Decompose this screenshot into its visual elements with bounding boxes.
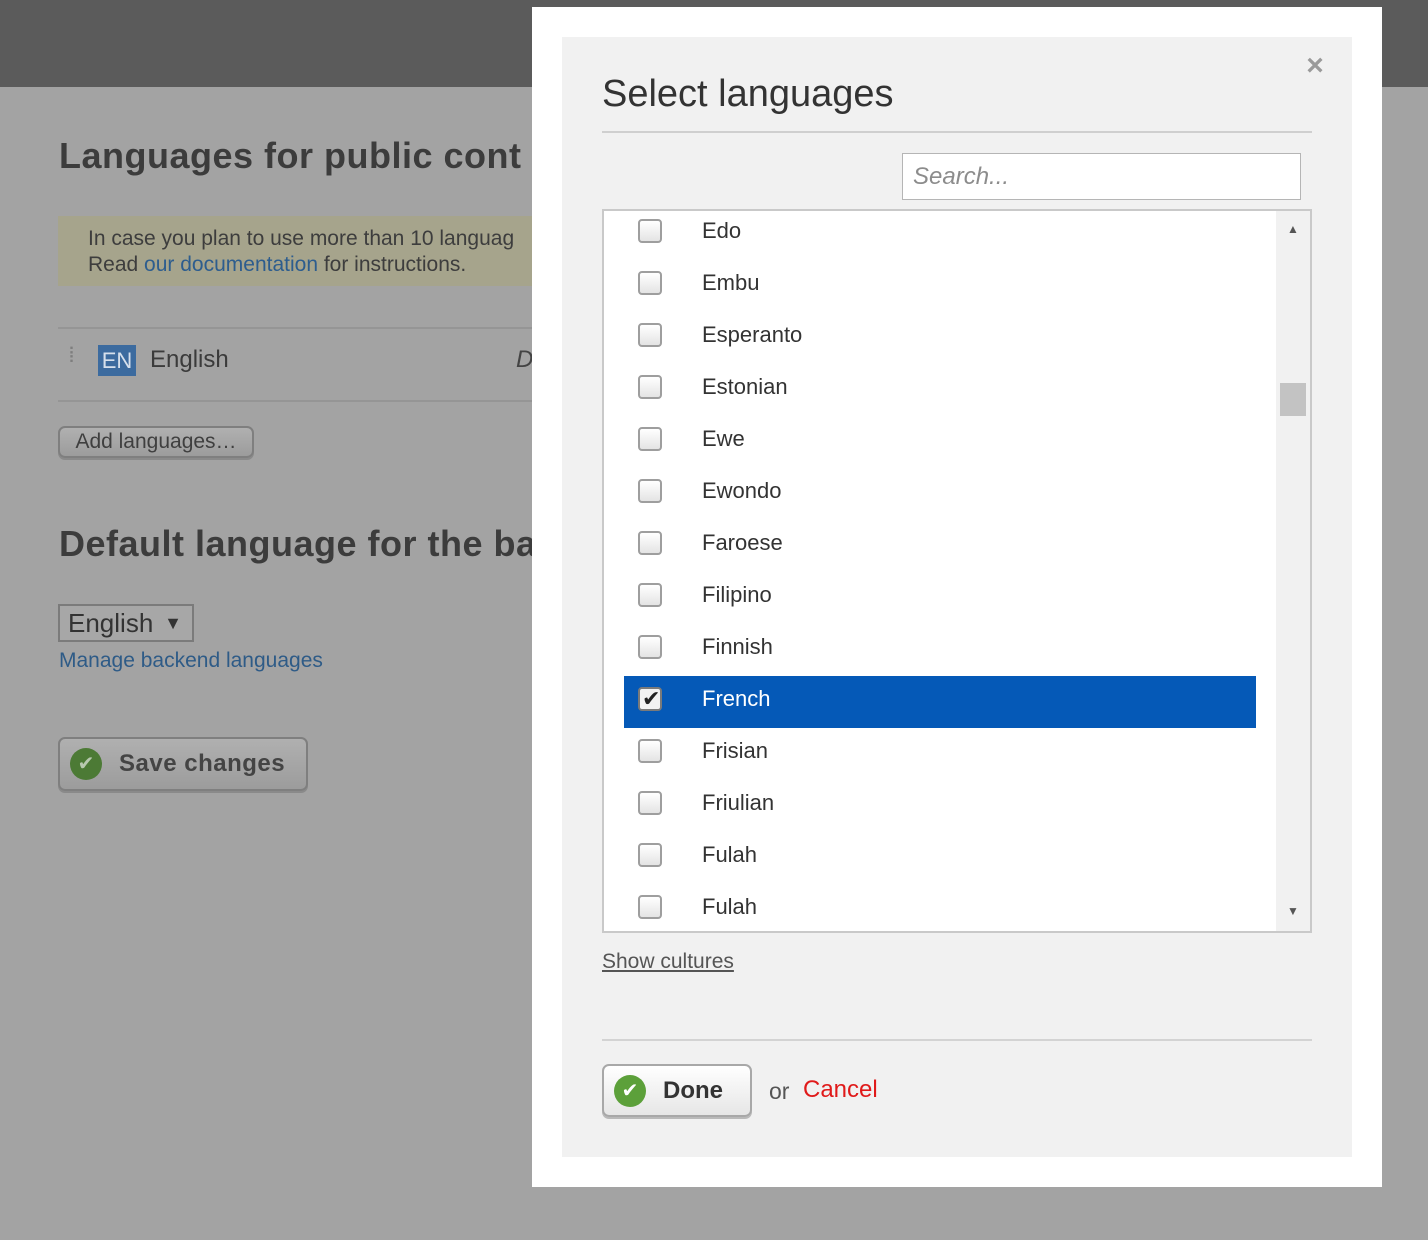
language-code-badge: EN: [98, 345, 136, 376]
language-option[interactable]: Fulah: [624, 839, 1256, 891]
language-option[interactable]: Embu: [624, 267, 1256, 319]
language-option[interactable]: Estonian: [624, 371, 1256, 423]
language-checkbox[interactable]: [638, 791, 662, 815]
scrollbar-thumb[interactable]: [1280, 383, 1306, 416]
scroll-down-icon[interactable]: ▼: [1285, 903, 1301, 919]
scroll-up-icon[interactable]: ▲: [1285, 221, 1301, 237]
language-checkbox[interactable]: [638, 271, 662, 295]
language-option-label: Fulah: [702, 894, 758, 919]
language-option-label: Fulah: [702, 842, 758, 867]
or-text: or: [769, 1078, 790, 1104]
language-option-label: Finnish: [702, 634, 773, 659]
done-label: Done: [663, 1077, 723, 1104]
language-option-label: Frisian: [702, 738, 769, 763]
title-divider: [602, 131, 1312, 133]
language-option-label: Esperanto: [702, 322, 803, 347]
language-row-trailing-text: D: [516, 346, 534, 373]
language-option[interactable]: Ewondo: [624, 475, 1256, 527]
language-checkbox[interactable]: [638, 739, 662, 763]
language-option-label: French: [702, 686, 771, 711]
checkmark-icon: ✔: [614, 1075, 646, 1107]
language-option-label: Faroese: [702, 530, 783, 555]
manage-backend-languages-link[interactable]: Manage backend languages: [59, 649, 323, 673]
language-checkbox[interactable]: [638, 219, 662, 243]
select-languages-dialog: Select languages × Edo Embu Esperanto Eston…: [562, 37, 1352, 1157]
checkmark-icon: ✔: [642, 686, 661, 711]
language-option-label: Ewe: [702, 426, 745, 451]
footer-divider: [602, 1039, 1312, 1041]
chevron-down-icon: ▼: [164, 613, 182, 633]
language-checkbox[interactable]: [638, 479, 662, 503]
done-button[interactable]: ✔ Done: [602, 1064, 752, 1117]
language-checkbox[interactable]: [638, 583, 662, 607]
backend-language-value: English: [68, 608, 154, 638]
language-option-label: Embu: [702, 270, 760, 295]
notice-prefix: Read: [88, 253, 145, 276]
language-checkbox[interactable]: [638, 843, 662, 867]
language-option[interactable]: Esperanto: [624, 319, 1256, 371]
language-option[interactable]: Friulian: [624, 787, 1256, 839]
language-option-label: Filipino: [702, 582, 772, 607]
modal-frame: Select languages × Edo Embu Esperanto Eston…: [532, 7, 1382, 1187]
language-checkbox[interactable]: [638, 895, 662, 919]
language-option[interactable]: Filipino: [624, 579, 1256, 631]
language-checkbox[interactable]: ✔: [638, 686, 662, 711]
drag-handle-icon[interactable]: ⡇: [68, 347, 82, 375]
backend-language-select[interactable]: English ▼: [58, 604, 194, 642]
save-changes-label: Save changes: [119, 750, 286, 777]
language-checkbox[interactable]: [638, 427, 662, 451]
language-option[interactable]: ✔ French: [624, 676, 1256, 728]
language-checkbox[interactable]: [638, 375, 662, 399]
cancel-link[interactable]: Cancel: [803, 1076, 878, 1104]
public-languages-heading: Languages for public cont: [59, 135, 522, 176]
language-option[interactable]: Frisian: [624, 735, 1256, 787]
language-list[interactable]: Edo Embu Esperanto Estonian Ewe Ewondo Faroese…: [602, 209, 1312, 933]
language-option[interactable]: Ewe: [624, 423, 1256, 475]
add-languages-button[interactable]: Add languages…: [58, 426, 254, 458]
close-icon[interactable]: ×: [1302, 51, 1328, 81]
language-option-label: Friulian: [702, 790, 775, 815]
checkmark-icon: ✔: [70, 748, 102, 780]
language-list-scrollbar[interactable]: ▲ ▼: [1276, 211, 1310, 931]
default-language-heading: Default language for the ba: [59, 523, 537, 564]
language-checkbox[interactable]: [638, 635, 662, 659]
language-option-label: Ewondo: [702, 478, 782, 503]
language-option[interactable]: Edo: [624, 215, 1256, 267]
notice-suffix: for instructions.: [318, 253, 467, 276]
documentation-link[interactable]: our documentation: [144, 253, 318, 276]
language-search-input[interactable]: [902, 153, 1301, 200]
language-option-label: Estonian: [702, 374, 788, 399]
dialog-title: Select languages: [602, 73, 894, 115]
language-checkbox[interactable]: [638, 323, 662, 347]
language-option[interactable]: Faroese: [624, 527, 1256, 579]
save-changes-button[interactable]: ✔ Save changes: [58, 737, 308, 791]
language-option[interactable]: Fulah: [624, 891, 1256, 931]
language-option-label: Edo: [702, 218, 742, 243]
language-checkbox[interactable]: [638, 531, 662, 555]
show-cultures-link[interactable]: Show cultures: [602, 950, 734, 974]
language-name: English: [150, 346, 229, 373]
